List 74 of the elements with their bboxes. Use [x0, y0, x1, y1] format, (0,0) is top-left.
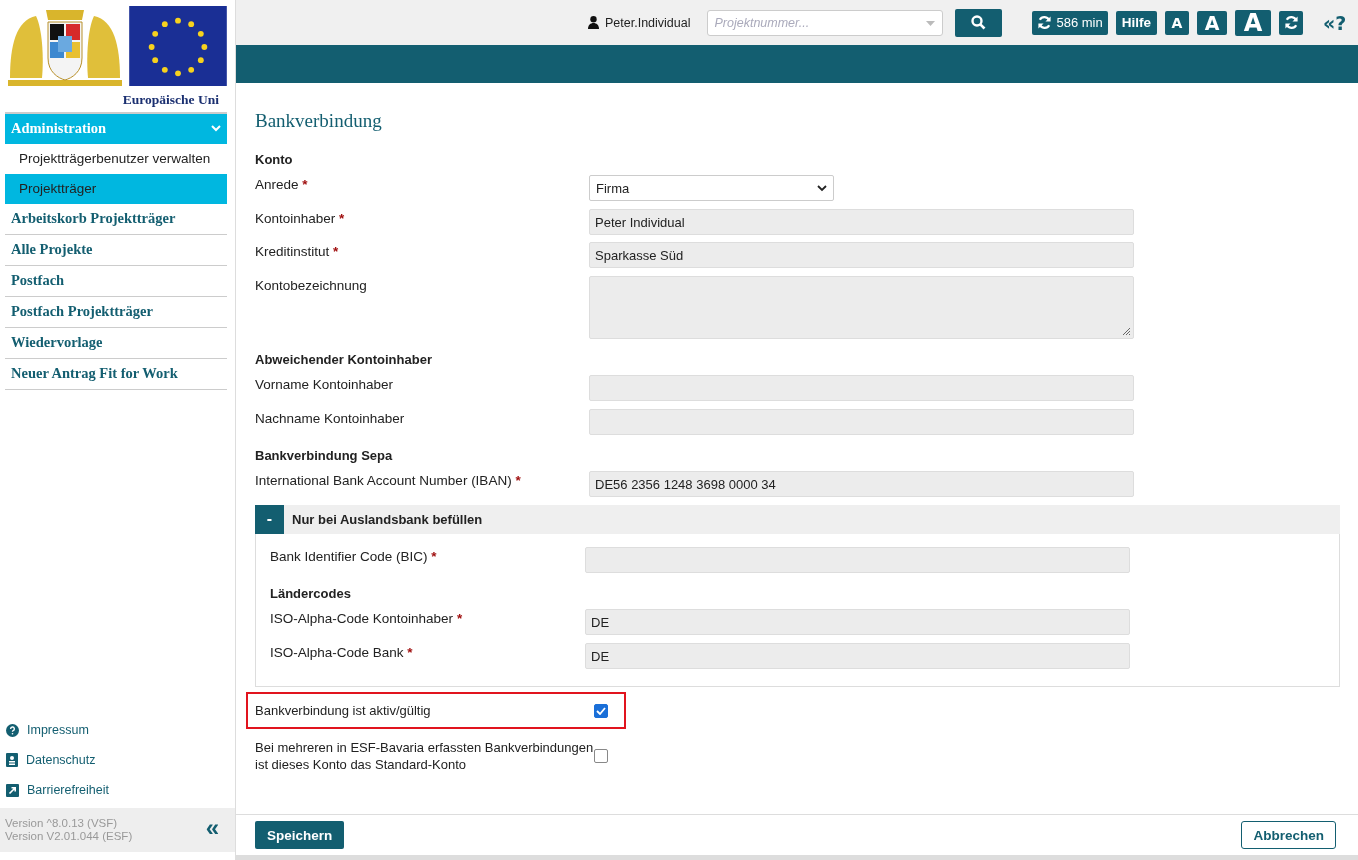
field-label: Bank Identifier Code (BIC) * — [270, 547, 438, 564]
checkbox[interactable] — [594, 703, 608, 718]
input-field[interactable] — [585, 546, 1130, 573]
cancel-button[interactable]: Abbrechen — [1241, 821, 1336, 849]
refresh-icon — [1283, 15, 1299, 30]
help-icon — [6, 723, 19, 737]
section-heading: Bankverbindung Sepa — [255, 446, 393, 465]
input-field[interactable] — [589, 375, 1134, 401]
footer-link[interactable]: Impressum — [27, 723, 89, 737]
required-mark: * — [333, 244, 339, 259]
resize-grip-icon — [1121, 325, 1131, 336]
collapse-sidebar-button[interactable]: « — [197, 814, 227, 846]
help-button[interactable]: Hilfe — [1115, 10, 1157, 35]
field-label: Anrede * — [255, 176, 309, 192]
font-size-button[interactable]: A — [1197, 10, 1227, 35]
nav-item[interactable]: Neuer Antrag Fit for Work — [5, 359, 227, 390]
required-mark: * — [456, 611, 463, 626]
collapse-toggle-button[interactable]: - — [255, 504, 284, 534]
search-button[interactable] — [955, 8, 1003, 37]
version-text: Version V2.01.044 (ESF) — [5, 830, 133, 843]
field-label: Vorname Kontoinhaber — [255, 376, 395, 392]
checkbox-label: Bei mehreren in ESF-Bavaria erfassten Bankverbindungen ist dieses Konto das Standard-Konto — [255, 739, 594, 773]
collapse-help-button[interactable]: «? — [1323, 11, 1347, 34]
external-link-icon — [6, 783, 19, 797]
section-heading: Ländercodes — [270, 584, 351, 603]
input-field[interactable]: Sparkasse Süd — [589, 242, 1134, 268]
section-heading: Konto — [255, 150, 293, 169]
field-label: ISO-Alpha-Code Kontoinhaber * — [270, 610, 464, 626]
nav-item[interactable]: Wiedervorlage — [5, 328, 227, 359]
group-title: Nur bei Auslandsbank befüllen — [292, 511, 483, 527]
nav-item[interactable]: Postfach — [5, 266, 227, 297]
nav-item[interactable]: Alle Projekte — [5, 235, 227, 266]
required-mark: * — [339, 210, 345, 226]
user-icon — [588, 16, 599, 29]
field-label: Kontoinhaber * — [255, 209, 346, 226]
section-heading: Abweichender Kontoinhaber — [255, 350, 432, 369]
input-field[interactable] — [589, 408, 1134, 435]
field-label: Nachname Kontoinhaber — [255, 409, 406, 426]
nav-item[interactable]: Postfach Projektträger — [5, 297, 227, 328]
required-mark: * — [431, 548, 437, 564]
eu-flag-icon — [128, 6, 228, 86]
footer-link[interactable]: Barrierefreiheit — [27, 783, 109, 797]
dropdown[interactable]: Firma — [589, 175, 834, 201]
refresh-icon — [1037, 15, 1053, 30]
caret-icon — [817, 184, 827, 192]
caret-icon — [926, 20, 936, 26]
input-field[interactable]: DE — [585, 642, 1130, 669]
nav-subitem[interactable]: Projektträger — [5, 174, 227, 204]
project-search-field[interactable]: Projektnummer... — [707, 9, 944, 36]
checkbox-label: Bankverbindung ist aktiv/gültig — [255, 702, 432, 719]
footer-link[interactable]: Datenschutz — [26, 753, 96, 767]
version-text: Version ^8.0.13 (VSF) — [5, 817, 119, 830]
search-icon — [971, 15, 987, 30]
nav-subitem[interactable]: Projektträgerbenutzer verwalten — [5, 144, 227, 174]
nav-item[interactable]: Arbeitskorb Projektträger — [5, 204, 227, 235]
id-card-icon — [6, 753, 18, 767]
input-field[interactable]: DE56 2356 1248 3698 0000 34 — [589, 471, 1134, 497]
required-mark: * — [302, 177, 308, 192]
input-field[interactable]: Peter Individual — [589, 208, 1134, 235]
user-name: Peter.Individual — [605, 15, 691, 30]
required-mark: * — [515, 473, 521, 488]
field-label: Kreditinstitut * — [255, 243, 340, 259]
checkbox[interactable] — [594, 749, 608, 763]
field-label: International Bank Account Number (IBAN) * — [255, 472, 522, 488]
page-title: Bankverbindung — [255, 110, 383, 132]
save-button[interactable]: Speichern — [255, 821, 345, 849]
field-label: Kontobezeichnung — [255, 276, 368, 293]
refresh-button[interactable] — [1279, 10, 1303, 35]
input-field[interactable]: DE — [585, 609, 1130, 635]
font-size-button[interactable]: A — [1165, 10, 1189, 35]
required-mark: * — [407, 644, 413, 660]
session-timer-button[interactable]: 586 min — [1032, 10, 1108, 35]
font-size-button[interactable]: A — [1235, 9, 1271, 36]
field-label: ISO-Alpha-Code Bank * — [270, 643, 414, 660]
